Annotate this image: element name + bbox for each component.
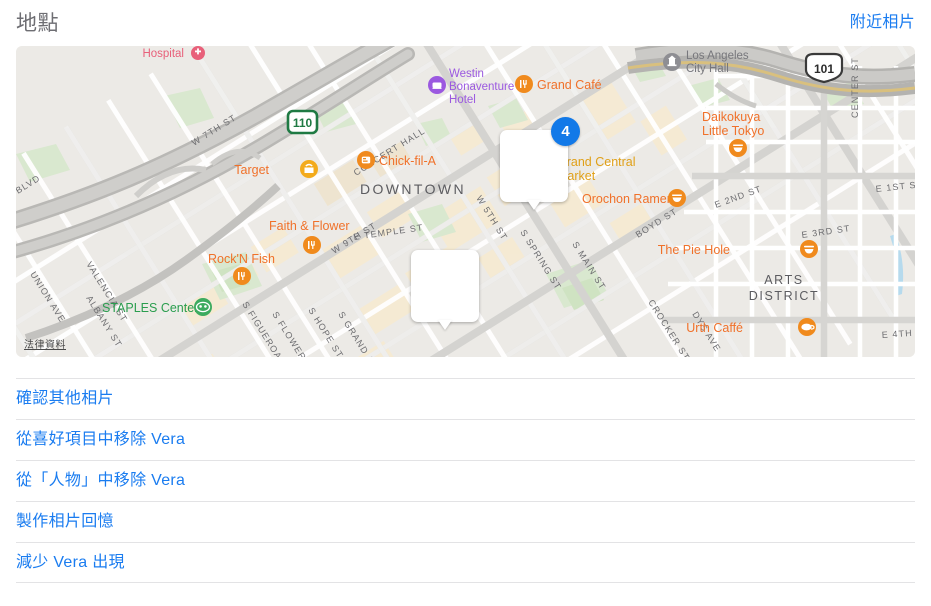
action-label: 確認其他相片 bbox=[16, 391, 114, 407]
action-label: 製作相片回憶 bbox=[16, 514, 114, 530]
poi-staples-center: STAPLES Center bbox=[102, 298, 212, 316]
map-district-label-line2: DISTRICT bbox=[749, 289, 819, 303]
action-label: 從「人物」中移除 Vera bbox=[16, 473, 185, 489]
svg-text:Los Angeles: Los Angeles bbox=[686, 50, 749, 62]
page-title: 地點 bbox=[16, 13, 59, 34]
svg-text:Orochon Ramen: Orochon Ramen bbox=[582, 192, 674, 206]
svg-text:Hospital: Hospital bbox=[142, 48, 184, 60]
svg-text:Target: Target bbox=[234, 163, 269, 177]
svg-text:Westin: Westin bbox=[449, 68, 484, 80]
legal-link[interactable]: 法律資料 bbox=[24, 336, 66, 351]
action-label: 從喜好項目中移除 Vera bbox=[16, 432, 185, 448]
svg-text:City Hall: City Hall bbox=[686, 63, 729, 75]
photo-count-badge[interactable]: 4 bbox=[551, 117, 580, 146]
highway-shield-110: 110 bbox=[288, 111, 317, 133]
svg-text:Urth Caffé: Urth Caffé bbox=[686, 321, 743, 335]
map-view[interactable]: W 7TH ST BLVD W 9TH ST W 5TH ST S SPRING… bbox=[16, 46, 915, 357]
photo-pin-2-tail bbox=[438, 320, 452, 330]
action-feature-less[interactable]: 減少 Vera 出現 bbox=[16, 542, 915, 583]
poi-orochon-ramen: Orochon Ramen bbox=[582, 189, 686, 207]
svg-text:Grand Café: Grand Café bbox=[537, 78, 602, 92]
svg-text:Grand Central: Grand Central bbox=[557, 155, 636, 169]
photo-pin-2-frame[interactable] bbox=[411, 250, 479, 322]
section-header: 地點 附近相片 bbox=[0, 0, 931, 46]
highway-shield-101: 101 bbox=[806, 54, 842, 82]
map-area-label: DOWNTOWN bbox=[360, 181, 466, 197]
action-remove-from-people[interactable]: 從「人物」中移除 Vera bbox=[16, 460, 915, 501]
action-label: 減少 Vera 出現 bbox=[16, 555, 125, 571]
nearby-photos-link[interactable]: 附近相片 bbox=[850, 15, 915, 31]
svg-text:Chick-fil-A: Chick-fil-A bbox=[379, 154, 437, 168]
street-label: CENTER ST bbox=[850, 57, 860, 118]
action-create-memory[interactable]: 製作相片回憶 bbox=[16, 501, 915, 542]
svg-text:Rock'N Fish: Rock'N Fish bbox=[208, 252, 275, 266]
poi-hospital: Hospital bbox=[142, 46, 205, 60]
svg-text:STAPLES Center: STAPLES Center bbox=[102, 301, 198, 315]
svg-text:101: 101 bbox=[814, 62, 834, 76]
map-district-label-line1: ARTS bbox=[764, 273, 804, 287]
photo-pin-2-thumbnail bbox=[414, 253, 476, 319]
svg-text:Daikokuya: Daikokuya bbox=[702, 110, 760, 124]
photo-pin-1-tail bbox=[527, 200, 541, 210]
poi-grand-cafe: Grand Café bbox=[515, 75, 602, 93]
poi-chick-fil-a: Chick-fil-A bbox=[357, 151, 437, 169]
photo-pin-1[interactable]: 4 bbox=[500, 130, 568, 202]
action-list: 確認其他相片 從喜好項目中移除 Vera 從「人物」中移除 Vera 製作相片回… bbox=[0, 378, 931, 583]
svg-text:Little Tokyo: Little Tokyo bbox=[702, 124, 764, 138]
action-remove-from-favorites[interactable]: 從喜好項目中移除 Vera bbox=[16, 419, 915, 460]
svg-text:110: 110 bbox=[293, 116, 313, 130]
svg-text:Hotel: Hotel bbox=[449, 94, 476, 106]
svg-text:The Pie Hole: The Pie Hole bbox=[658, 243, 730, 257]
photo-pin-2[interactable] bbox=[411, 250, 479, 322]
location-panel: 地點 附近相片 bbox=[0, 0, 931, 606]
svg-text:Bonaventure: Bonaventure bbox=[449, 81, 514, 93]
svg-text:Faith & Flower: Faith & Flower bbox=[269, 219, 350, 233]
action-confirm-more-photos[interactable]: 確認其他相片 bbox=[16, 378, 915, 419]
